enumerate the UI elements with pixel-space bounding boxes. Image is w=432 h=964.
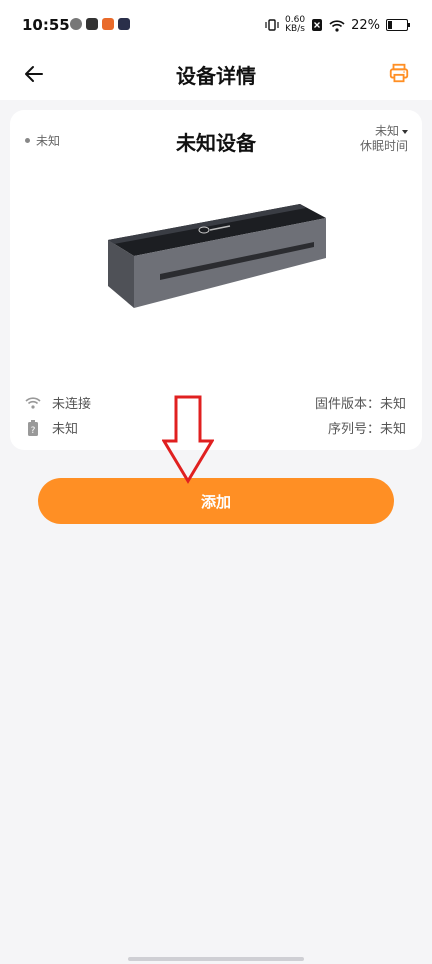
status-time: 10:55 bbox=[22, 16, 70, 34]
mail-notification-icon bbox=[86, 18, 98, 30]
device-info-right: 固件版本：未知 序列号：未知 bbox=[315, 390, 406, 440]
play-notification-icon bbox=[118, 18, 130, 30]
network-speed-unit: KB/s bbox=[285, 24, 305, 34]
status-bar: 10:55 0.60 KB/s 22% bbox=[0, 0, 432, 50]
caret-down-icon bbox=[402, 129, 408, 134]
serial-number: 序列号：未知 bbox=[327, 422, 406, 437]
battery-unknown-icon: ? bbox=[24, 419, 42, 437]
printer-icon[interactable] bbox=[388, 62, 410, 84]
status-app-icons bbox=[70, 18, 130, 30]
sleep-time-selector[interactable]: 未知 休眠时间 bbox=[360, 124, 408, 154]
sleep-time-label: 休眠时间 bbox=[359, 139, 408, 153]
red-down-arrow-icon bbox=[162, 395, 214, 484]
printer-device-image bbox=[108, 204, 326, 308]
firmware-version: 固件版本：未知 bbox=[314, 397, 406, 412]
battery-row: ? 未知 bbox=[24, 415, 91, 440]
sleep-time-value: 未知 bbox=[374, 124, 399, 138]
page-title: 设备详情 bbox=[176, 64, 256, 88]
gesture-bar bbox=[128, 957, 304, 961]
app-notification-icon bbox=[70, 18, 82, 30]
svg-text:?: ? bbox=[31, 426, 36, 436]
add-button[interactable]: 添加 bbox=[38, 478, 394, 524]
wifi-icon bbox=[24, 394, 42, 412]
status-right: 0.60 KB/s 22% bbox=[265, 16, 410, 34]
device-card: 未知 未知设备 未知 休眠时间 未连接 ? 未知 固件版本：未知 序列号：未知 bbox=[10, 110, 422, 450]
device-info-left: 未连接 ? 未知 bbox=[24, 390, 91, 440]
battery-percent: 22% bbox=[351, 17, 380, 33]
wifi-icon bbox=[329, 19, 345, 32]
vibrate-icon bbox=[265, 19, 279, 31]
serial-row: 序列号：未知 bbox=[315, 415, 406, 440]
connection-row: 未连接 bbox=[24, 390, 91, 415]
sim-off-icon bbox=[312, 19, 323, 31]
store-notification-icon bbox=[102, 18, 114, 30]
app-header: 设备详情 bbox=[0, 50, 432, 100]
network-speed: 0.60 KB/s bbox=[285, 16, 305, 34]
connection-status: 未连接 bbox=[52, 397, 92, 412]
battery-status: 未知 bbox=[52, 422, 79, 437]
battery-icon bbox=[386, 19, 410, 31]
firmware-row: 固件版本：未知 bbox=[315, 390, 406, 415]
